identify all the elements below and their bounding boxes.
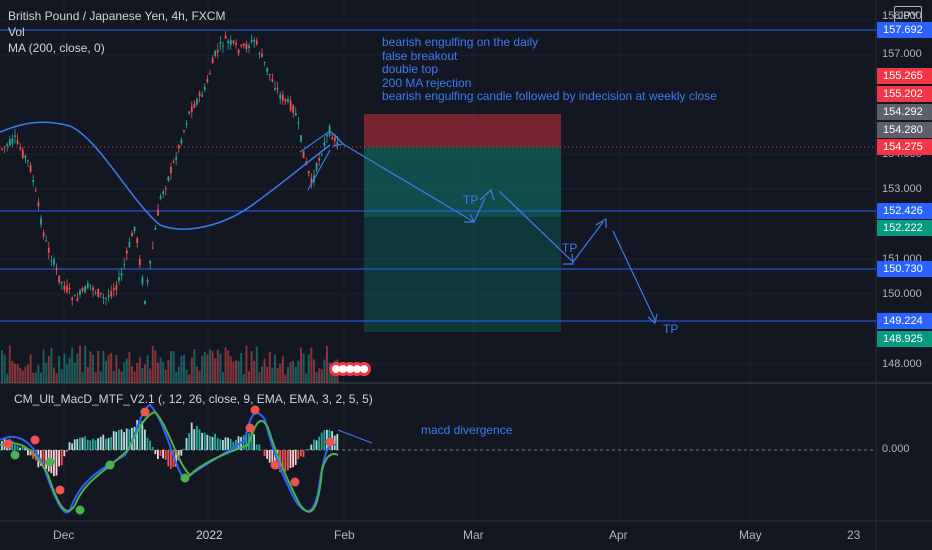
annotation-line: bearish engulfing on the daily xyxy=(382,35,539,49)
price-badge[interactable]: 154.275 xyxy=(877,139,932,155)
macd-divergence-note[interactable]: macd divergence xyxy=(421,423,512,437)
time-axis-label: Dec xyxy=(53,528,75,542)
annotation-line: 200 MA rejection xyxy=(382,75,472,90)
price-badge[interactable]: 157.692 xyxy=(877,22,932,38)
annotation-line: false breakout xyxy=(382,48,458,63)
stop-loss-zone[interactable] xyxy=(364,114,561,147)
price-badge[interactable]: 149.224 xyxy=(877,313,932,329)
time-axis-label: Apr xyxy=(609,528,628,542)
candlesticks xyxy=(1,31,339,306)
price-badge[interactable]: 155.265 xyxy=(877,68,932,84)
ma-200-line xyxy=(0,121,331,230)
price-badge[interactable]: 152.222 xyxy=(877,220,932,236)
time-axis-label: Mar xyxy=(463,528,484,542)
price-axis-label: 148.000 xyxy=(882,358,922,370)
macd-indicator-label[interactable]: CM_Ult_MacD_MTF_V2.1 (, 12, 26, close, 9… xyxy=(14,392,373,406)
time-axis-label: 23 xyxy=(847,528,861,542)
price-badge[interactable]: 154.280 xyxy=(877,122,932,138)
price-axis-label: 150.000 xyxy=(882,288,922,300)
take-profit-zone-extended[interactable] xyxy=(364,217,561,332)
price-badge[interactable]: 155.202 xyxy=(877,86,932,102)
annotation-line: bearish engulfing candle followed by ind… xyxy=(382,89,717,103)
price-axis-label: 157.000 xyxy=(882,48,922,60)
ma-indicator-label[interactable]: MA (200, close, 0) xyxy=(8,40,225,56)
price-badge[interactable]: 154.292 xyxy=(877,104,932,120)
macd-zero-label: 0.000 xyxy=(882,443,910,455)
price-badge[interactable]: 150.730 xyxy=(877,261,932,277)
tp-label-1[interactable]: TP xyxy=(463,193,478,207)
time-axis-label: 2022 xyxy=(196,528,223,542)
price-badge[interactable]: 148.925 xyxy=(877,331,932,347)
tp-label-2[interactable]: TP xyxy=(562,241,577,255)
symbol-title[interactable]: British Pound / Japanese Yen, 4h, FXCM xyxy=(8,8,225,24)
chart-legend: British Pound / Japanese Yen, 4h, FXCM V… xyxy=(8,8,225,56)
time-axis-label: Feb xyxy=(334,528,355,542)
price-axis-label: 158.000 xyxy=(882,10,922,22)
tp-label-3[interactable]: TP xyxy=(663,322,678,336)
annotation-line: double top xyxy=(382,62,439,76)
volume-indicator-label[interactable]: Vol xyxy=(8,24,225,40)
trade-annotation[interactable]: bearish engulfing on the daily false bre… xyxy=(382,35,717,104)
event-markers[interactable] xyxy=(329,362,371,376)
price-badge[interactable]: 152.426 xyxy=(877,203,932,219)
price-axis-label: 153.000 xyxy=(882,183,922,195)
macd-histogram xyxy=(1,420,339,477)
time-axis-label: May xyxy=(739,528,762,542)
